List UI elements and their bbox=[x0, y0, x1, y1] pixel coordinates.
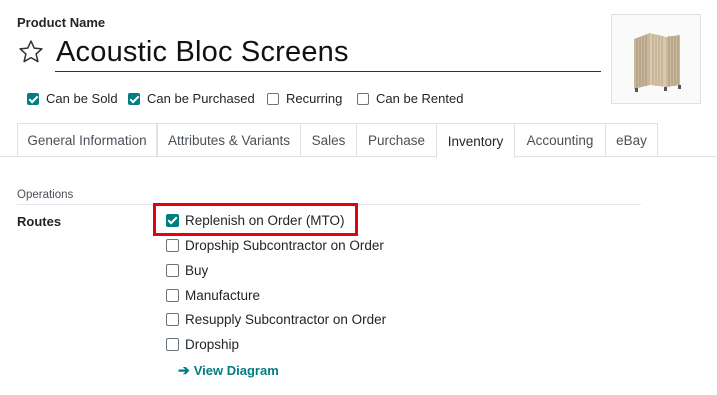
view-diagram-link[interactable]: ➔ View Diagram bbox=[178, 362, 279, 379]
route-dropship-subcontractor-on-order[interactable]: Dropship Subcontractor on Order bbox=[166, 238, 384, 253]
routes-label: Routes bbox=[17, 214, 62, 229]
checkbox-unchecked-icon bbox=[166, 289, 179, 302]
operations-section-title: Operations bbox=[17, 189, 74, 201]
route-dropship[interactable]: Dropship bbox=[166, 337, 239, 352]
star-icon[interactable] bbox=[17, 38, 45, 66]
route-label: Dropship bbox=[185, 337, 240, 352]
route-buy[interactable]: Buy bbox=[166, 263, 208, 278]
checkbox-unchecked-icon bbox=[267, 92, 279, 105]
checkbox-unchecked-icon bbox=[166, 313, 179, 326]
can-be-rented-checkbox[interactable]: Can be Rented bbox=[357, 91, 463, 106]
can-be-purchased-checkbox[interactable]: Can be Purchased bbox=[128, 91, 255, 106]
tab-general-information[interactable]: General Information bbox=[17, 123, 157, 156]
can-be-purchased-label: Can be Purchased bbox=[147, 91, 255, 106]
product-name-input[interactable]: Acoustic Bloc Screens bbox=[56, 36, 349, 69]
recurring-checkbox[interactable]: Recurring bbox=[267, 91, 342, 106]
tab-attributes-variants[interactable]: Attributes & Variants bbox=[157, 123, 301, 156]
checkbox-checked-icon bbox=[128, 92, 140, 105]
tab-sales[interactable]: Sales bbox=[300, 123, 357, 156]
tabs-divider bbox=[0, 156, 717, 157]
product-name-underline bbox=[55, 71, 601, 72]
view-diagram-label: View Diagram bbox=[193, 363, 279, 378]
checkbox-unchecked-icon bbox=[166, 338, 179, 351]
product-image-screens bbox=[612, 15, 700, 103]
can-be-rented-label: Can be Rented bbox=[376, 91, 464, 106]
route-label: Buy bbox=[185, 263, 209, 278]
checkbox-unchecked-icon bbox=[166, 239, 179, 252]
can-be-sold-checkbox[interactable]: Can be Sold bbox=[27, 91, 118, 106]
checkbox-unchecked-icon bbox=[357, 92, 369, 105]
tab-accounting[interactable]: Accounting bbox=[514, 123, 606, 156]
product-image[interactable] bbox=[611, 14, 701, 104]
tab-ebay[interactable]: eBay bbox=[605, 123, 658, 156]
checkbox-unchecked-icon bbox=[166, 264, 179, 277]
route-resupply-subcontractor-on-order[interactable]: Resupply Subcontractor on Order bbox=[166, 312, 386, 327]
can-be-sold-label: Can be Sold bbox=[46, 91, 118, 106]
route-label: Manufacture bbox=[185, 288, 261, 303]
route-manufacture[interactable]: Manufacture bbox=[166, 288, 260, 303]
highlight-annotation-box bbox=[153, 203, 358, 236]
tab-inventory[interactable]: Inventory bbox=[436, 123, 515, 158]
route-label: Resupply Subcontractor on Order bbox=[185, 312, 387, 327]
recurring-label: Recurring bbox=[286, 91, 343, 106]
arrow-right-icon: ➔ bbox=[178, 362, 190, 378]
checkbox-checked-icon bbox=[27, 92, 39, 105]
product-name-label: Product Name bbox=[17, 15, 106, 30]
route-label: Dropship Subcontractor on Order bbox=[185, 238, 384, 253]
tab-purchase[interactable]: Purchase bbox=[356, 123, 437, 156]
